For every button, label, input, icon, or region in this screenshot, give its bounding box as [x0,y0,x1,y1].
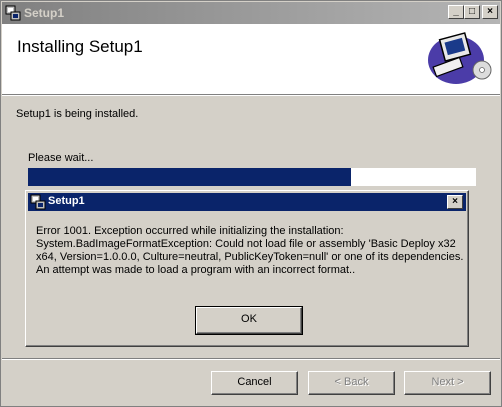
dialog-close-button[interactable]: × [447,195,463,209]
dialog-titlebar[interactable]: Setup1 × [28,193,466,211]
setup-app-icon [5,5,21,21]
window-title: Setup1 [24,6,65,20]
dialog-title: Setup1 [48,195,85,207]
setup-window: Setup1 _ □ × Installing Setup1 Setup1 is… [0,0,502,407]
wizard-header: Installing Setup1 [2,24,500,94]
header-divider-highlight [2,95,500,96]
install-status-text: Setup1 is being installed. [16,108,139,120]
please-wait-label: Please wait... [28,152,94,164]
page-title: Installing Setup1 [17,37,143,56]
close-button[interactable]: × [482,5,498,19]
footer-divider-highlight [2,359,500,360]
minimize-button[interactable]: _ [448,5,464,19]
computer-setup-icon [428,32,492,84]
next-button[interactable]: Next > [404,371,491,395]
error-dialog: Setup1 × Error 1001. Exception occurred … [25,190,469,347]
maximize-button[interactable]: □ [464,5,480,19]
window-titlebar[interactable]: Setup1 _ □ × [2,2,500,24]
install-progress-bar [28,168,476,186]
back-button[interactable]: < Back [308,371,395,395]
cancel-button[interactable]: Cancel [211,371,298,395]
error-message: Error 1001. Exception occurred while ini… [36,225,464,276]
ok-button[interactable]: OK [195,306,303,335]
setup-app-icon [30,194,46,210]
progress-fill [28,168,351,186]
